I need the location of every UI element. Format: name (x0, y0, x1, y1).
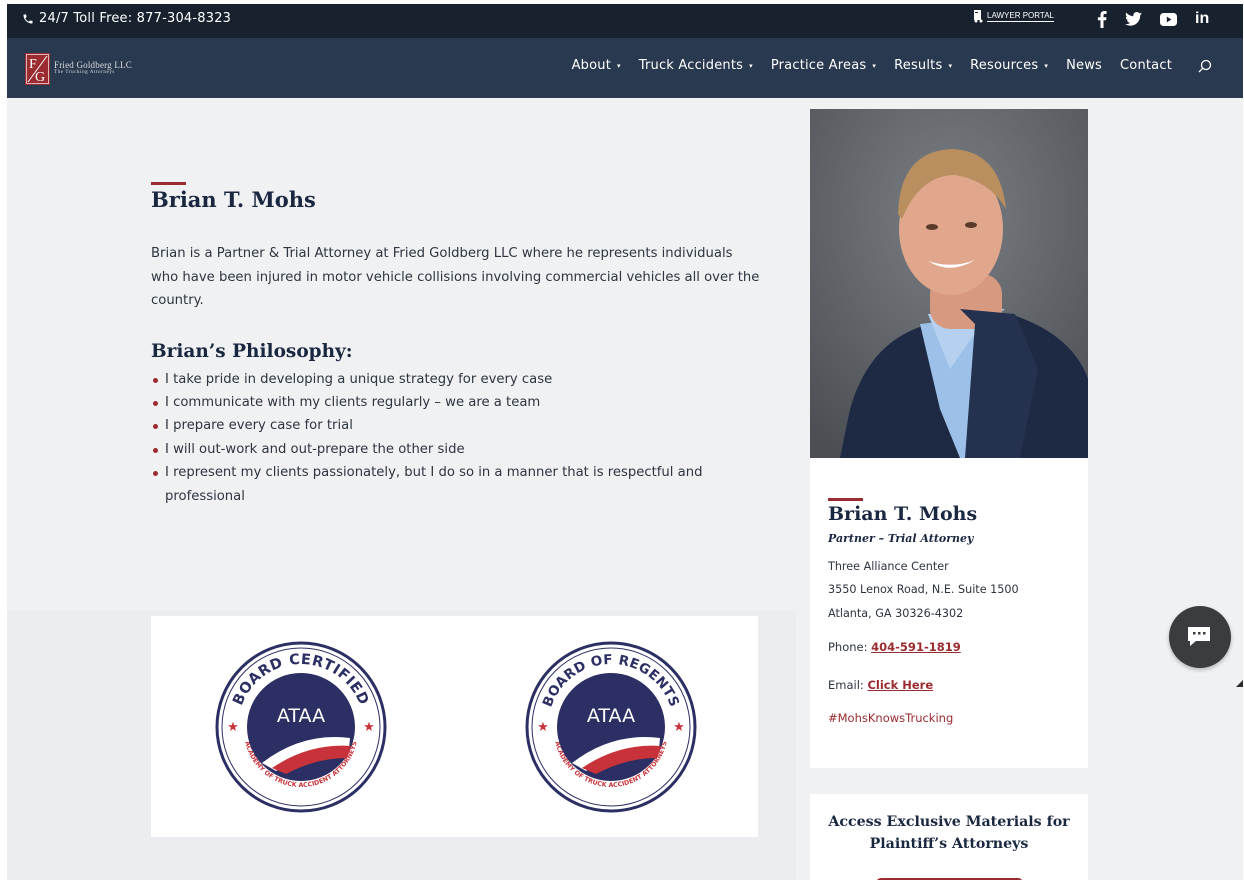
nav-item-truck-accidents[interactable]: Truck Accidents ▾ (639, 58, 753, 73)
linkedin-icon[interactable]: in (1195, 9, 1209, 29)
chat-icon (1188, 627, 1210, 646)
logo-line-2: The Trucking Attorneys (54, 70, 115, 75)
phone-label: Phone: (828, 640, 872, 655)
nav-item-news[interactable]: News (1066, 58, 1102, 73)
access-materials-card: Access Exclusive Materials for Plaintiff… (810, 794, 1088, 880)
logo-text: Fried Goldberg LLC The Trucking Attorney… (54, 61, 132, 77)
email-label: Email: (828, 678, 868, 693)
list-item: I prepare every case for trial (153, 414, 763, 437)
social-links: in (1097, 9, 1209, 29)
svg-text:★: ★ (363, 720, 375, 735)
nav-label: Results (894, 58, 943, 73)
heading-accent-bar (828, 498, 863, 501)
phone-link[interactable]: 24/7 Toll Free: 877-304-8323 (22, 11, 231, 26)
main-navigation: F G Fried Goldberg LLC The Trucking Atto… (7, 38, 1243, 98)
phone-text: 24/7 Toll Free: 877-304-8323 (39, 11, 232, 26)
svg-text:★: ★ (537, 720, 549, 735)
philosophy-list: I take pride in developing a unique stra… (151, 368, 763, 508)
card-content: Brian T. Mohs Partner – Trial Attorney T… (828, 498, 1078, 725)
nav-item-contact[interactable]: Contact (1120, 58, 1172, 73)
board-of-regents-badge: BOARD OF REGENTS ACADEMY OF TRUCK ACCIDE… (524, 640, 698, 814)
svg-text:ATAA: ATAA (277, 705, 325, 727)
svg-text:★: ★ (673, 720, 685, 735)
page-frame: 24/7 Toll Free: 877-304-8323 LAWYER PORT… (7, 4, 1243, 880)
scroll-corner-icon (1236, 680, 1243, 687)
heading-accent-bar (151, 182, 186, 185)
email-link[interactable]: Click Here (867, 678, 933, 692)
list-item: I represent my clients passionately, but… (153, 461, 763, 508)
caret-down-icon: ▾ (617, 61, 621, 70)
svg-text:★: ★ (227, 720, 239, 735)
portal-icon (974, 10, 983, 23)
access-title: Access Exclusive Materials for Plaintiff… (828, 814, 1070, 852)
attorney-contact-card: Brian T. Mohs Partner – Trial Attorney T… (810, 458, 1088, 768)
nav-label: About (571, 58, 612, 73)
caret-down-icon: ▾ (749, 61, 753, 70)
caret-down-icon: ▾ (872, 61, 877, 70)
certification-badges: BOARD CERTIFIED ACADEMY OF TRUCK ACCIDEN… (151, 616, 758, 837)
list-item: I communicate with my clients regularly … (153, 391, 763, 414)
address-line: Atlanta, GA 30326-4302 (828, 606, 964, 620)
caret-down-icon: ▾ (1044, 61, 1049, 70)
logo-mark-icon: F G (25, 53, 50, 85)
nav-label: News (1066, 58, 1103, 73)
logo-line-1: Fried Goldberg LLC (54, 60, 132, 70)
top-bar: 24/7 Toll Free: 877-304-8323 LAWYER PORT… (7, 4, 1243, 38)
attorney-photo (810, 109, 1088, 458)
nav-label: Resources (970, 58, 1039, 73)
list-item: I will out-work and out-prepare the othe… (153, 438, 763, 461)
card-name: Brian T. Mohs (828, 503, 978, 525)
caret-down-icon: ▾ (948, 61, 953, 70)
phone-icon (23, 14, 33, 23)
nav-item-resources[interactable]: Resources ▾ (970, 58, 1048, 73)
nav-item-results[interactable]: Results ▾ (894, 58, 952, 73)
card-phone-row: Phone: 404-591-1819 (828, 640, 1078, 654)
list-item: I take pride in developing a unique stra… (153, 368, 763, 391)
hashtag-link[interactable]: #MohsKnowsTrucking (828, 711, 1078, 725)
twitter-icon[interactable] (1125, 9, 1142, 29)
nav-label: Truck Accidents (638, 58, 744, 73)
nav-item-about[interactable]: About ▾ (572, 58, 621, 73)
card-email-row: Email: Click Here (828, 678, 1078, 692)
nav-label: Contact (1120, 58, 1172, 73)
chat-button[interactable] (1169, 606, 1231, 668)
svg-text:ATAA: ATAA (587, 705, 635, 727)
facebook-icon[interactable] (1097, 9, 1107, 29)
phone-link[interactable]: 404-591-1819 (871, 640, 961, 654)
youtube-icon[interactable] (1160, 9, 1177, 29)
lawyer-portal-label: LAWYER PORTAL (987, 10, 1054, 22)
address-line: Three Alliance Center (828, 560, 949, 573)
nav-label: Practice Areas (770, 58, 867, 73)
card-address: Three Alliance Center 3550 Lenox Road, N… (828, 555, 1078, 625)
board-certified-badge: BOARD CERTIFIED ACADEMY OF TRUCK ACCIDEN… (214, 640, 388, 814)
nav-item-practice-areas[interactable]: Practice Areas ▾ (771, 58, 876, 73)
search-icon[interactable] (1198, 59, 1212, 73)
svg-text:G: G (35, 70, 45, 85)
philosophy-heading: Brian’s Philosophy: (151, 340, 353, 362)
lawyer-portal-link[interactable]: LAWYER PORTAL (973, 9, 1054, 23)
page-title: Brian T. Mohs (151, 187, 316, 212)
address-line: 3550 Lenox Road, N.E. Suite 1500 (828, 583, 1019, 597)
attorney-bio: Brian T. Mohs Brian is a Partner & Trial… (151, 182, 763, 508)
bio-paragraph: Brian is a Partner & Trial Attorney at F… (151, 246, 760, 308)
site-logo[interactable]: F G Fried Goldberg LLC The Trucking Atto… (25, 53, 132, 85)
nav-menu: About ▾ Truck Accidents ▾ Practice Areas ▾ … (554, 58, 1212, 73)
card-role: Partner – Trial Attorney (828, 532, 974, 545)
